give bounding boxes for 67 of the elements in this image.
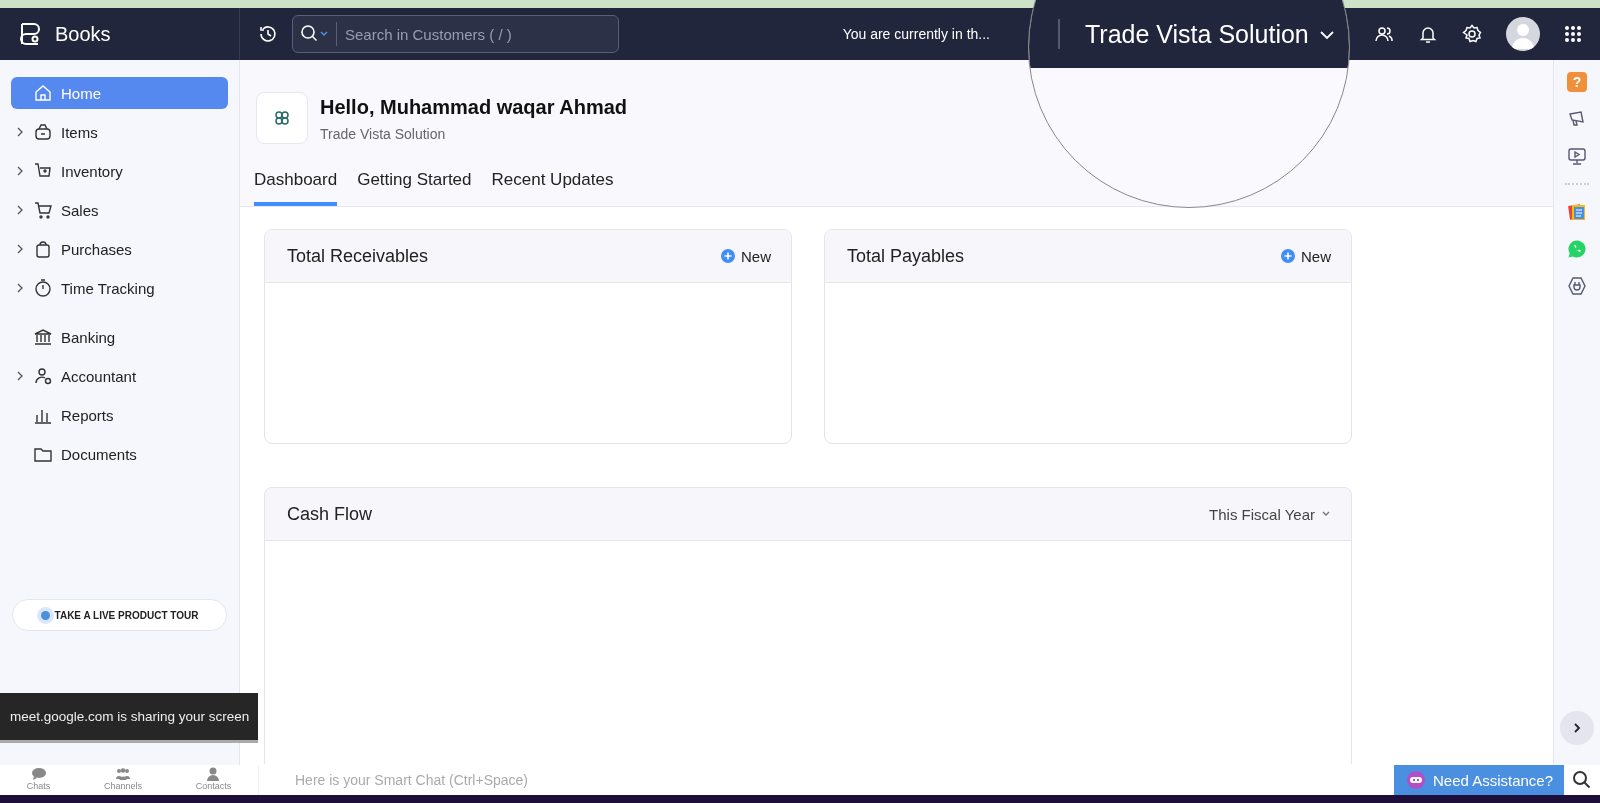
chevron-down-icon — [1318, 29, 1335, 40]
chat-tab[interactable]: Chats — [26, 765, 51, 795]
home-icon — [33, 83, 53, 103]
plus-icon — [721, 249, 735, 263]
org-notice: You are currently in th... — [842, 26, 990, 42]
video-screen-icon[interactable] — [1567, 146, 1587, 166]
chat-tab-label: Chats — [26, 781, 51, 791]
user-icon — [33, 366, 53, 386]
app-name: Books — [55, 22, 111, 46]
chevron-right-icon[interactable] — [16, 283, 24, 293]
bag-icon — [33, 239, 53, 259]
sidebar-item[interactable]: Time Tracking — [11, 272, 228, 304]
chevron-right-icon[interactable] — [16, 205, 24, 215]
period-dropdown[interactable]: This Fiscal Year — [1209, 505, 1331, 523]
search-field[interactable]: Search in Customers ( / ) — [292, 15, 619, 53]
sidebar-item[interactable]: Reports — [11, 399, 228, 431]
megaphone-icon[interactable] — [1567, 109, 1587, 129]
search-icon[interactable] — [1572, 770, 1592, 790]
chat-tab[interactable]: Channels — [103, 765, 142, 795]
chat-tab-label: Channels — [103, 781, 142, 791]
settings-icon[interactable] — [1462, 24, 1482, 44]
group-icon — [115, 767, 131, 781]
history-icon[interactable] — [258, 24, 278, 44]
chevron-right-icon[interactable] — [16, 127, 24, 137]
organization-name: Trade Vista Solution — [320, 126, 447, 142]
sidebar-item[interactable]: Banking — [11, 321, 228, 353]
basket-icon — [33, 122, 53, 142]
search-icon[interactable] — [300, 24, 330, 44]
notification-icon[interactable] — [1418, 24, 1438, 44]
sidebar-item[interactable]: Sales — [11, 194, 228, 226]
chevron-right-icon[interactable] — [16, 244, 24, 254]
person-icon — [205, 767, 222, 781]
stopwatch-icon — [33, 278, 53, 298]
chevron-right-icon[interactable] — [16, 371, 24, 381]
users-icon[interactable] — [1374, 24, 1394, 44]
caret-icon — [1321, 510, 1331, 518]
plugin-icon[interactable] — [1567, 276, 1587, 296]
avatar[interactable] — [1506, 17, 1540, 51]
sidebar-item[interactable]: Inventory — [11, 155, 228, 187]
chevron-right-icon — [1573, 723, 1581, 733]
bank-icon — [33, 327, 53, 347]
sidebar-item[interactable]: Items — [11, 116, 228, 148]
chat-tab[interactable]: Contacts — [195, 765, 232, 795]
notes-icon[interactable] — [1567, 202, 1587, 222]
app-grid-icon[interactable] — [1564, 25, 1582, 43]
sidebar-item[interactable]: Documents — [11, 438, 228, 470]
tab[interactable]: Getting Started — [357, 164, 472, 206]
sidebar-item[interactable]: Accountant — [11, 360, 228, 392]
sidebar-item[interactable]: Purchases — [11, 233, 228, 265]
chat-bubble-icon — [30, 767, 47, 781]
card-title: Total Receivables — [287, 245, 429, 267]
tab[interactable]: Recent Updates — [491, 164, 614, 206]
product-tour-button[interactable]: TAKE A LIVE PRODUCT TOUR — [12, 599, 227, 631]
sharing-notice: meet.google.com is sharing your screen — [10, 709, 250, 724]
robot-icon — [1404, 770, 1427, 790]
plus-icon — [1281, 249, 1295, 263]
new-button[interactable]: New — [721, 247, 771, 265]
new-button[interactable]: New — [1281, 247, 1331, 265]
chevron-right-icon[interactable] — [16, 166, 24, 176]
chat-tab-label: Contacts — [195, 781, 232, 791]
greeting-title: Hello, Muhammad waqar Ahmad — [320, 96, 628, 119]
tab[interactable]: Dashboard — [254, 164, 338, 206]
card-title: Total Payables — [847, 245, 965, 267]
card-title: Cash Flow — [287, 503, 373, 525]
org-logo — [256, 92, 308, 144]
expand-button[interactable] — [1560, 711, 1594, 745]
cart-icon — [33, 200, 53, 220]
